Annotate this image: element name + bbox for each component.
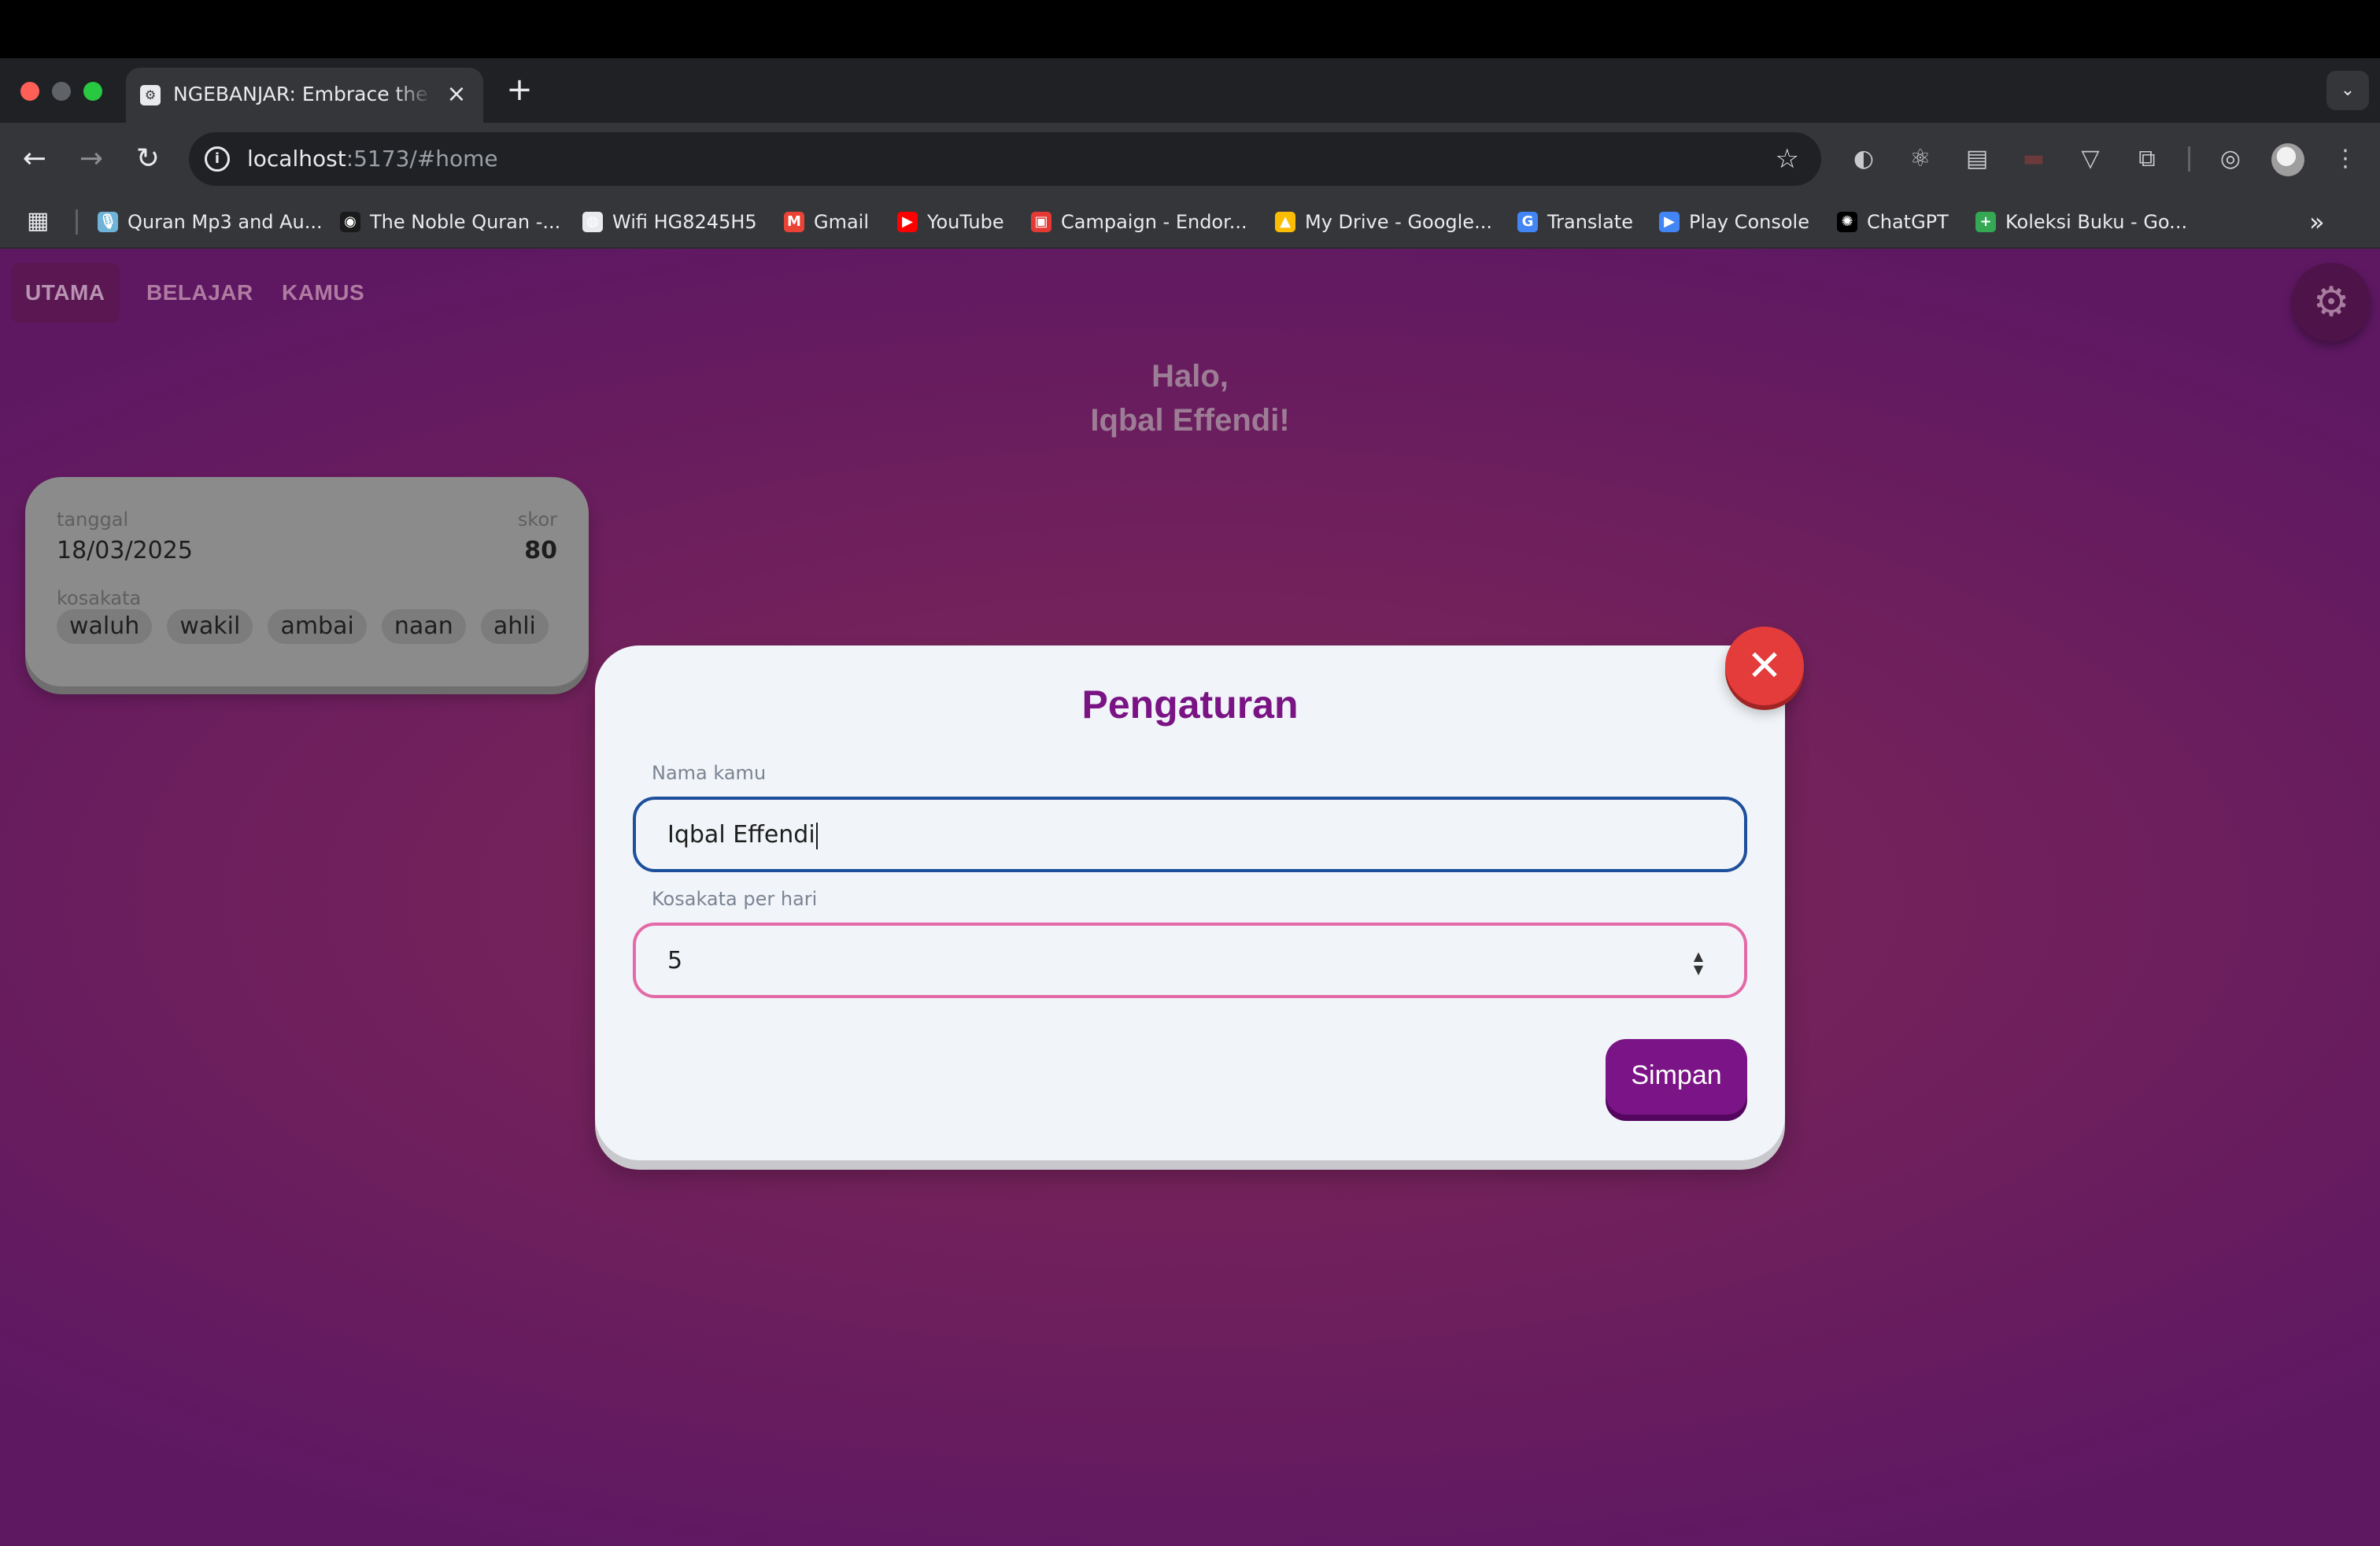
extension-circle-icon[interactable]: ◐ — [1846, 142, 1881, 176]
vocab-chip: wakil — [167, 609, 253, 644]
history-card[interactable]: tanggal 18/03/2025 skor 80 kosakata walu… — [25, 477, 589, 686]
browser-menu-icon[interactable]: ⋮ — [2328, 142, 2363, 176]
window-close-button[interactable] — [20, 82, 39, 101]
bookmark-label: Gmail — [814, 211, 870, 233]
name-field-label: Nama kamu — [652, 762, 767, 784]
bookmark-label: ChatGPT — [1867, 211, 1949, 233]
score-label: skor — [517, 509, 557, 531]
bookmark-label: Play Console — [1689, 211, 1809, 233]
app-page: UTAMA BELAJAR KAMUS ⚙ Halo, Iqbal Effend… — [0, 249, 2380, 1546]
drive-icon: ▲ — [1275, 212, 1295, 232]
nav-tab-belajar[interactable]: BELAJAR — [132, 263, 268, 323]
bookmarks-overflow-icon[interactable]: » — [2309, 206, 2325, 238]
name-input[interactable]: Iqbal Effendi — [633, 797, 1747, 872]
bookmark-item[interactable]: 🎙 Quran Mp3 and Au... — [98, 206, 323, 238]
url-text: localhost:5173/#home — [247, 146, 498, 172]
profile-avatar[interactable] — [2271, 143, 2304, 176]
bookmark-label: Campaign - Endor... — [1061, 211, 1247, 233]
new-tab-button[interactable]: + — [504, 72, 535, 107]
bookmarks-separator — [76, 209, 78, 235]
nav-tab-utama[interactable]: UTAMA — [11, 263, 120, 323]
vocab-per-day-value: 5 — [667, 947, 683, 975]
close-modal-icon[interactable]: ✕ — [1725, 627, 1804, 705]
greeting-line-1: Halo, — [1151, 359, 1229, 394]
toolbar-separator — [2188, 146, 2190, 172]
quran-icon: ◉ — [340, 212, 360, 232]
bookmark-label: Translate — [1547, 211, 1633, 233]
gmail-icon: M — [784, 212, 804, 232]
sheets-icon: + — [1975, 212, 1996, 232]
extension-screen-icon[interactable]: ▬ — [2016, 142, 2051, 176]
youtube-icon: ▶ — [897, 212, 918, 232]
back-arrow-icon[interactable]: ← — [16, 140, 54, 178]
vocab-per-day-input[interactable]: 5 ▲ ▼ — [633, 923, 1747, 998]
settings-gear-icon[interactable]: ⚙ — [2292, 263, 2371, 342]
play-console-icon: ▶ — [1659, 212, 1680, 232]
bookmark-label: Koleksi Buku - Go... — [2005, 211, 2188, 233]
date-label: tanggal — [57, 509, 129, 531]
browser-tab-active[interactable]: ⚙ NGEBANJAR: Embrace the Be × — [126, 68, 483, 123]
bookmark-label: The Noble Quran -... — [370, 211, 561, 233]
tab-close-icon[interactable]: × — [442, 80, 471, 109]
chatgpt-icon: ✺ — [1837, 212, 1857, 232]
campaign-icon: ▣ — [1031, 212, 1051, 232]
bookmark-item[interactable]: ▲ My Drive - Google... — [1275, 206, 1492, 238]
reload-icon[interactable]: ↻ — [129, 140, 167, 178]
vocab-chip: waluh — [57, 609, 153, 644]
bookmark-label: YouTube — [927, 211, 1004, 233]
tab-favicon-icon: ⚙ — [140, 85, 161, 105]
name-input-value: Iqbal Effendi — [667, 820, 818, 850]
greeting: Halo, Iqbal Effendi! — [954, 354, 1426, 442]
number-spinner-icon[interactable]: ▲ ▼ — [1691, 949, 1706, 976]
tab-search-button[interactable]: ⌄ — [2326, 71, 2369, 110]
vocab-chip: naan — [381, 609, 466, 644]
bookmark-item[interactable]: ✺ ChatGPT — [1837, 206, 1949, 238]
save-button[interactable]: Simpan — [1606, 1039, 1747, 1115]
bookmark-star-icon[interactable]: ☆ — [1776, 143, 1799, 175]
performance-icon[interactable]: ◎ — [2213, 142, 2248, 176]
apps-grid-icon[interactable]: ▦ — [27, 208, 54, 235]
bookmark-item[interactable]: + Koleksi Buku - Go... — [1975, 206, 2187, 238]
bookmark-item[interactable]: ◍ Wifi HG8245H5 — [582, 206, 757, 238]
extension-window-icon[interactable]: ▤ — [1960, 142, 1994, 176]
vocab-chip: ambai — [268, 609, 367, 644]
extensions-puzzle-icon[interactable]: ⧉ — [2130, 142, 2164, 176]
bookmark-item[interactable]: M Gmail — [784, 206, 869, 238]
bookmark-item[interactable]: ◉ The Noble Quran -... — [340, 206, 560, 238]
vocab-chip-list: waluh wakil ambai naan ahli — [57, 609, 560, 644]
bookmark-label: Wifi HG8245H5 — [612, 211, 757, 233]
date-value: 18/03/2025 — [57, 537, 193, 564]
bookmark-item[interactable]: G Translate — [1517, 206, 1633, 238]
modal-title: Pengaturan — [1081, 682, 1299, 727]
vue-devtools-icon[interactable]: ▽ — [2073, 142, 2108, 176]
text-caret — [815, 822, 818, 849]
bookmark-label: My Drive - Google... — [1305, 211, 1492, 233]
microphone-icon: 🎙 — [98, 212, 118, 232]
react-devtools-icon[interactable]: ⚛ — [1903, 142, 1938, 176]
window-zoom-button[interactable] — [83, 82, 102, 101]
window-minimize-button[interactable] — [52, 82, 71, 101]
qty-field-label: Kosakata per hari — [652, 888, 818, 910]
site-info-icon[interactable]: i — [205, 146, 230, 172]
bookmark-item[interactable]: ▣ Campaign - Endor... — [1031, 206, 1247, 238]
globe-icon: ◍ — [582, 212, 603, 232]
translate-icon: G — [1517, 212, 1538, 232]
nav-tab-kamus[interactable]: KAMUS — [268, 263, 379, 323]
greeting-name: Iqbal Effendi! — [1090, 403, 1290, 438]
forward-arrow-icon[interactable]: → — [72, 140, 110, 178]
vocab-chip: ahli — [480, 609, 549, 644]
screen-top-bar — [0, 0, 2380, 58]
address-bar[interactable]: i localhost:5173/#home ☆ — [189, 132, 1821, 186]
bookmark-label: Quran Mp3 and Au... — [128, 211, 323, 233]
vocab-label: kosakata — [57, 587, 142, 609]
bookmark-item[interactable]: ▶ Play Console — [1659, 206, 1809, 238]
tab-title: NGEBANJAR: Embrace the Be — [173, 83, 433, 105]
settings-modal: Pengaturan Nama kamu Iqbal Effendi Kosak… — [595, 645, 1785, 1160]
bookmark-item[interactable]: ▶ YouTube — [897, 206, 1004, 238]
score-value: 80 — [524, 537, 557, 564]
